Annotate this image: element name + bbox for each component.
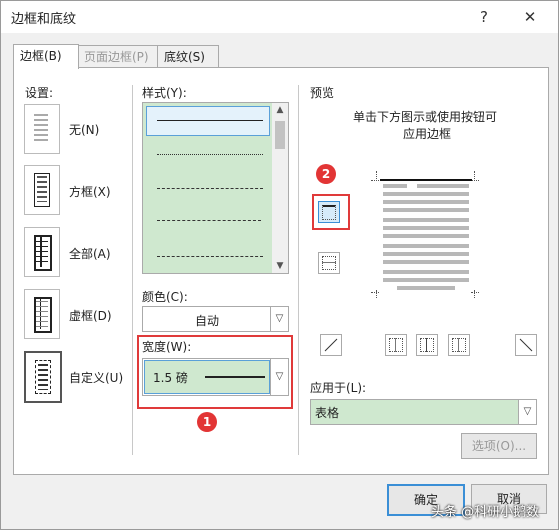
scroll-down-icon[interactable]: ▼ <box>274 261 286 271</box>
width-select[interactable]: 1.5 磅 ▽ <box>142 358 289 396</box>
options-button[interactable]: 选项(O)... <box>461 433 537 459</box>
style-option-dashed[interactable] <box>157 188 263 189</box>
scroll-up-icon[interactable]: ▲ <box>274 105 286 115</box>
settings-heading: 设置: <box>25 86 54 100</box>
setting-custom-label[interactable]: 自定义(U) <box>69 369 123 386</box>
scroll-thumb[interactable] <box>275 121 285 149</box>
annotation-badge-1: 1 <box>197 412 217 432</box>
style-option-dash-dot[interactable] <box>157 256 263 257</box>
top-border-button[interactable] <box>318 201 340 223</box>
left-border-button[interactable] <box>385 334 407 356</box>
style-list[interactable]: ▲ ▼ <box>142 102 289 274</box>
color-value: 自动 <box>194 314 219 328</box>
preview-top-border <box>380 179 472 181</box>
setting-all-icon[interactable] <box>24 227 60 277</box>
tab-page-border[interactable]: 页面边框(P) <box>77 45 161 68</box>
setting-grid-icon[interactable] <box>24 289 60 339</box>
setting-grid-label[interactable]: 虚框(D) <box>69 307 112 324</box>
setting-custom-icon[interactable] <box>24 351 62 403</box>
window-title: 边框和底纹 <box>11 12 77 27</box>
chevron-down-icon[interactable]: ▽ <box>518 400 536 424</box>
close-button[interactable]: ✕ <box>515 5 545 29</box>
style-option-dotted[interactable] <box>157 154 263 155</box>
preview-hint-line2: 应用边框 <box>403 127 452 141</box>
preview-table[interactable] <box>371 166 481 301</box>
divider-left <box>132 85 133 455</box>
inside-horizontal-border-button[interactable] <box>318 252 340 274</box>
tab-borders[interactable]: 边框(B) <box>13 44 79 69</box>
diagonal-up-border-button[interactable] <box>515 334 537 356</box>
tab-shading[interactable]: 底纹(S) <box>157 45 219 68</box>
watermark-text: 头条 @科研小鹅数 <box>431 505 540 520</box>
width-line-sample <box>205 376 265 378</box>
apply-to-label: 应用于(L): <box>310 381 367 395</box>
right-border-button[interactable] <box>448 334 470 356</box>
setting-box-icon[interactable] <box>24 165 60 215</box>
setting-none-label[interactable]: 无(N) <box>69 121 99 138</box>
setting-box-label[interactable]: 方框(X) <box>69 183 111 200</box>
color-label: 颜色(C): <box>142 290 188 304</box>
apply-to-value: 表格 <box>315 406 340 420</box>
style-scrollbar[interactable]: ▲ ▼ <box>272 103 288 273</box>
title-bar: 边框和底纹 ? ✕ <box>1 1 558 33</box>
width-value: 1.5 磅 <box>153 371 188 385</box>
preview-heading: 预览 <box>310 86 335 100</box>
chevron-down-icon[interactable]: ▽ <box>270 359 288 395</box>
divider-right <box>298 85 299 455</box>
setting-none-icon[interactable] <box>24 104 60 154</box>
chevron-down-icon[interactable]: ▽ <box>270 307 288 331</box>
setting-all-label[interactable]: 全部(A) <box>69 245 111 262</box>
border-shading-dialog: 边框和底纹 ? ✕ 边框(B) 页面边框(P) 底纹(S) 设置: 无(N) 方… <box>0 0 559 530</box>
style-option-solid[interactable] <box>146 106 270 136</box>
annotation-badge-2: 2 <box>316 164 336 184</box>
inside-vertical-border-button[interactable] <box>416 334 438 356</box>
help-button[interactable]: ? <box>469 5 499 29</box>
style-label: 样式(Y): <box>142 86 187 100</box>
diagonal-down-border-button[interactable] <box>320 334 342 356</box>
color-select[interactable]: 自动 ▽ <box>142 306 289 332</box>
apply-to-select[interactable]: 表格 ▽ <box>310 399 537 425</box>
style-option-long-dash[interactable] <box>157 220 261 221</box>
preview-hint-line1: 单击下方图示或使用按钮可 <box>353 110 498 124</box>
width-selected-row: 1.5 磅 <box>144 360 270 394</box>
width-label: 宽度(W): <box>142 340 192 354</box>
